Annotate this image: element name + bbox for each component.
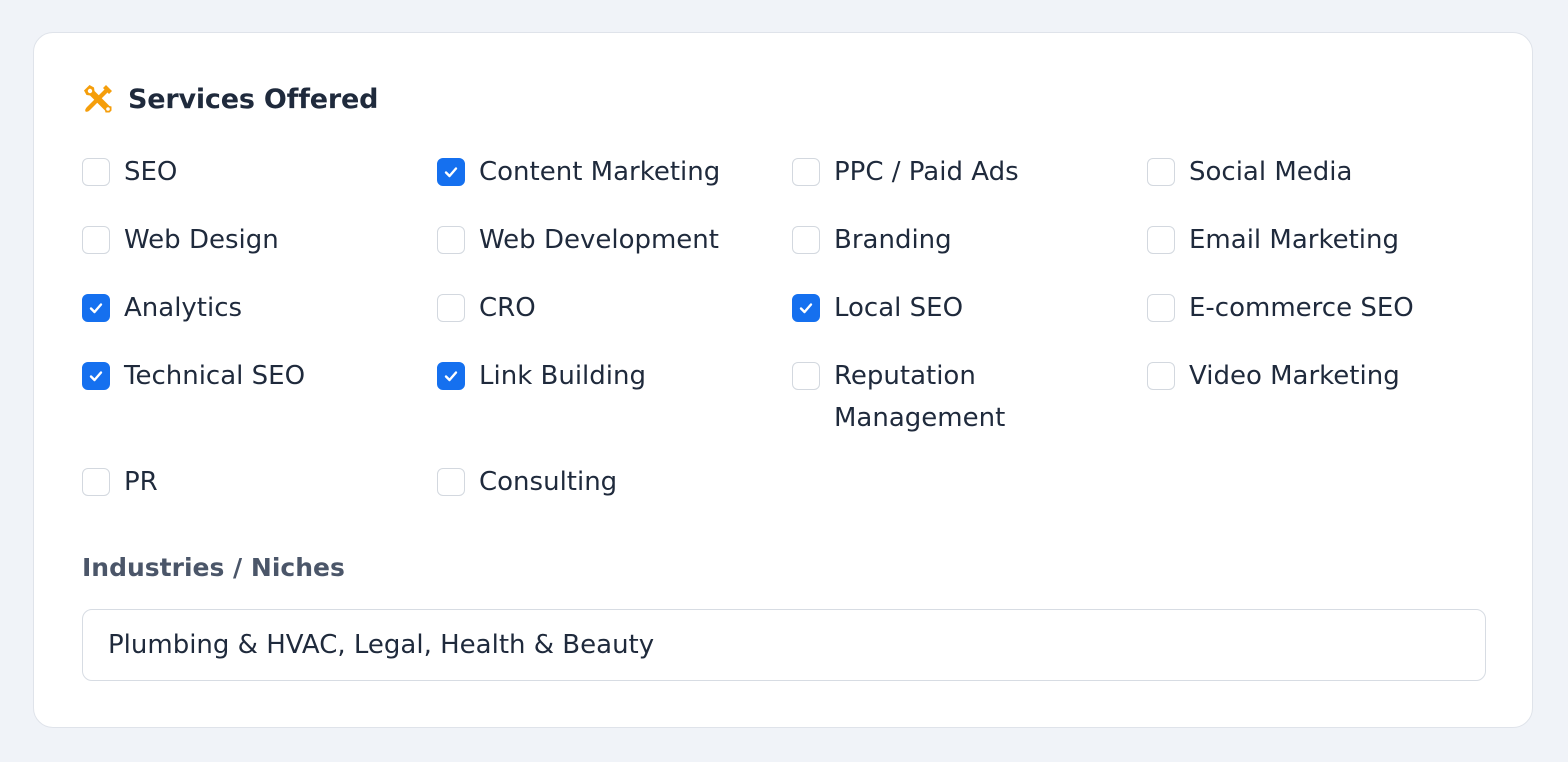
service-label: Web Design bbox=[124, 225, 279, 255]
service-option[interactable]: SEO bbox=[82, 151, 437, 219]
section-title: Services Offered bbox=[128, 83, 379, 115]
service-option[interactable]: Local SEO bbox=[792, 287, 1147, 355]
checkbox-unchecked[interactable] bbox=[82, 158, 110, 186]
service-label: Consulting bbox=[479, 467, 618, 497]
service-option[interactable]: Technical SEO bbox=[82, 355, 437, 461]
checkbox-unchecked[interactable] bbox=[82, 226, 110, 254]
check-icon bbox=[89, 371, 103, 382]
service-label: Reputation Management bbox=[834, 361, 1006, 433]
checkbox-unchecked[interactable] bbox=[1147, 294, 1175, 322]
services-grid: SEO Content Marketing PPC / Paid Ads Social… bbox=[82, 151, 1502, 529]
service-option[interactable]: CRO bbox=[437, 287, 792, 355]
checkbox-unchecked[interactable] bbox=[1147, 158, 1175, 186]
check-icon bbox=[444, 371, 458, 382]
checkbox-checked[interactable] bbox=[82, 362, 110, 390]
service-option[interactable]: Social Media bbox=[1147, 151, 1502, 219]
checkbox-unchecked[interactable] bbox=[792, 158, 820, 186]
service-label: Web Development bbox=[479, 225, 719, 255]
service-option[interactable]: PPC / Paid Ads bbox=[792, 151, 1147, 219]
service-label: CRO bbox=[479, 293, 536, 323]
service-label: Content Marketing bbox=[479, 157, 721, 187]
service-option[interactable]: Web Development bbox=[437, 219, 792, 287]
industries-input[interactable] bbox=[82, 609, 1486, 681]
service-option[interactable]: Email Marketing bbox=[1147, 219, 1502, 287]
service-option[interactable]: E-commerce SEO bbox=[1147, 287, 1502, 355]
checkbox-checked[interactable] bbox=[437, 362, 465, 390]
industries-label: Industries / Niches bbox=[82, 553, 345, 582]
check-icon bbox=[799, 303, 813, 314]
service-option[interactable]: Consulting bbox=[437, 461, 792, 529]
service-label: Email Marketing bbox=[1189, 225, 1399, 255]
service-label: Analytics bbox=[124, 293, 243, 323]
checkbox-unchecked[interactable] bbox=[437, 468, 465, 496]
check-icon bbox=[89, 303, 103, 314]
service-option[interactable]: Web Design bbox=[82, 219, 437, 287]
service-label: Video Marketing bbox=[1189, 361, 1400, 391]
section-header: Services Offered bbox=[82, 81, 378, 117]
checkbox-unchecked[interactable] bbox=[82, 468, 110, 496]
service-label: Link Building bbox=[479, 361, 646, 391]
service-option[interactable]: Video Marketing bbox=[1147, 355, 1502, 461]
service-label: PR bbox=[124, 467, 158, 497]
service-option[interactable]: Reputation Management bbox=[792, 355, 1147, 461]
service-option[interactable]: Link Building bbox=[437, 355, 792, 461]
service-label: Local SEO bbox=[834, 293, 964, 323]
checkbox-unchecked[interactable] bbox=[792, 226, 820, 254]
checkbox-unchecked[interactable] bbox=[1147, 362, 1175, 390]
checkbox-checked[interactable] bbox=[437, 158, 465, 186]
checkbox-unchecked[interactable] bbox=[1147, 226, 1175, 254]
checkbox-unchecked[interactable] bbox=[792, 362, 820, 390]
service-option[interactable]: Analytics bbox=[82, 287, 437, 355]
service-label: E-commerce SEO bbox=[1189, 293, 1414, 323]
service-label: Social Media bbox=[1189, 157, 1353, 187]
checkbox-unchecked[interactable] bbox=[437, 294, 465, 322]
tools-icon bbox=[82, 83, 114, 115]
service-option[interactable]: Content Marketing bbox=[437, 151, 792, 219]
checkbox-unchecked[interactable] bbox=[437, 226, 465, 254]
service-label: PPC / Paid Ads bbox=[834, 157, 1019, 187]
checkbox-checked[interactable] bbox=[82, 294, 110, 322]
service-label: Technical SEO bbox=[124, 361, 306, 391]
service-label: Branding bbox=[834, 225, 952, 255]
services-card: Services Offered SEO Content Marketing PPC… bbox=[33, 32, 1533, 728]
service-option[interactable]: Branding bbox=[792, 219, 1147, 287]
service-label: SEO bbox=[124, 157, 178, 187]
check-icon bbox=[444, 167, 458, 178]
service-option[interactable]: PR bbox=[82, 461, 437, 529]
checkbox-checked[interactable] bbox=[792, 294, 820, 322]
